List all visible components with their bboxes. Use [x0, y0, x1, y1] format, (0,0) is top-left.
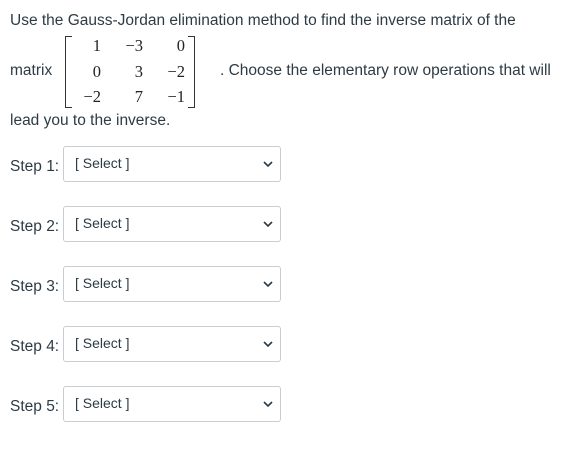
chevron-down-icon — [263, 221, 273, 228]
step-4-select-value: [ Select ] — [75, 335, 130, 351]
matrix-cell-r1c2: −3 — [125, 36, 143, 55]
matrix-cell-r2c3: −2 — [167, 62, 185, 81]
step-2-select[interactable]: [ Select ] — [63, 206, 281, 242]
matrix-cell-r3c1: −2 — [83, 87, 101, 106]
matrix-cell-r1c3: 0 — [176, 36, 185, 55]
chevron-down-icon — [263, 281, 273, 288]
matrix-cell-r1c1: 1 — [92, 36, 101, 55]
question-text-line1: Use the Gauss-Jordan elimination method … — [10, 12, 516, 29]
right-bracket — [188, 36, 195, 108]
matrix: 1 −3 0 0 3 −2 −2 7 −1 — [65, 34, 195, 108]
step-4-label: Step 4: — [10, 338, 60, 355]
matrix-cell-r3c3: −1 — [167, 87, 185, 106]
step-3-select-value: [ Select ] — [75, 275, 130, 291]
step-1-select[interactable]: [ Select ] — [63, 146, 281, 182]
matrix-cell-r2c2: 3 — [134, 62, 143, 81]
matrix-cell-r2c1: 0 — [92, 62, 101, 81]
question-text-line3: lead you to the inverse. — [10, 112, 171, 129]
step-4-select[interactable]: [ Select ] — [63, 326, 281, 362]
step-5-select[interactable]: [ Select ] — [63, 386, 281, 422]
step-5-label: Step 5: — [10, 398, 60, 415]
chevron-down-icon — [263, 401, 273, 408]
matrix-row: matrix 1 −3 0 0 3 −2 −2 7 −1 . Choose th… — [10, 34, 570, 108]
step-2-select-value: [ Select ] — [75, 215, 130, 231]
chevron-down-icon — [263, 161, 273, 168]
step-5-select-value: [ Select ] — [75, 395, 130, 411]
matrix-cell-r3c2: 7 — [134, 87, 143, 106]
step-3-select[interactable]: [ Select ] — [63, 266, 281, 302]
chevron-down-icon — [263, 341, 273, 348]
step-3-label: Step 3: — [10, 278, 60, 295]
question-text-after-matrix: . Choose the elementary row operations t… — [220, 62, 551, 79]
step-2-label: Step 2: — [10, 218, 60, 235]
step-1-label: Step 1: — [10, 158, 60, 175]
matrix-label: matrix — [10, 62, 53, 79]
step-1-select-value: [ Select ] — [75, 155, 130, 171]
